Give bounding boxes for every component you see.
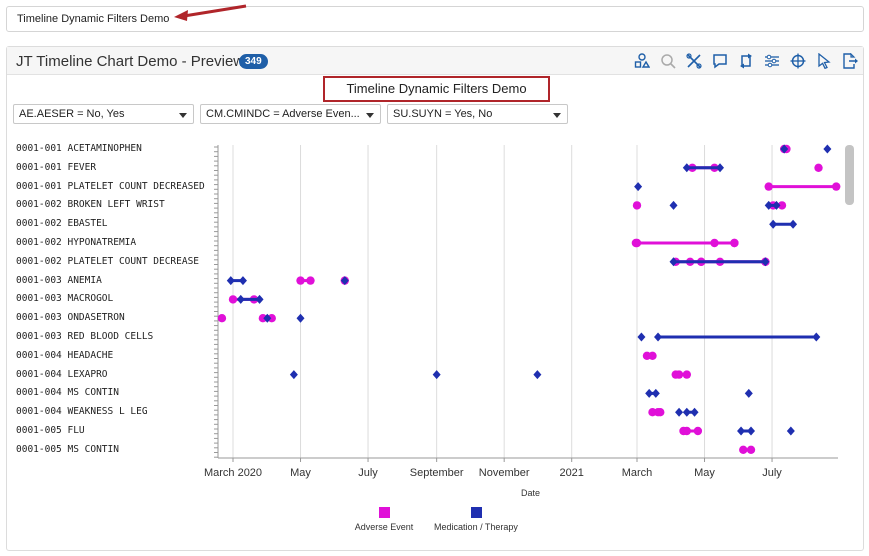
event-marker — [632, 201, 642, 210]
event-marker — [764, 182, 773, 191]
annotation-arrow-icon — [174, 4, 247, 21]
event-marker — [653, 408, 663, 417]
chart-panel: JT Timeline Chart Demo - Preview 349 Tim… — [6, 46, 864, 551]
event-marker — [217, 314, 227, 323]
event-marker — [679, 426, 688, 436]
chart-scrollbar[interactable] — [845, 145, 854, 205]
event-marker — [289, 370, 298, 380]
event-marker — [651, 388, 660, 398]
event-marker — [832, 182, 841, 191]
event-marker — [744, 388, 753, 398]
event-marker — [432, 370, 441, 380]
event-marker — [296, 276, 305, 285]
event-marker — [306, 276, 315, 285]
event-marker — [296, 313, 305, 323]
event-marker — [823, 144, 832, 154]
event-marker — [228, 295, 238, 304]
legend-swatch — [470, 507, 482, 518]
event-marker — [739, 445, 748, 454]
event-marker — [682, 407, 691, 417]
legend-label: Medication / Therapy — [434, 522, 518, 532]
event-marker — [730, 238, 739, 248]
event-marker — [533, 370, 542, 380]
legend-item-adverse-event[interactable]: Adverse Event — [352, 507, 416, 532]
event-marker — [761, 257, 770, 267]
event-marker — [654, 332, 663, 342]
dashboard-title-input[interactable]: Timeline Dynamic Filters Demo — [6, 6, 864, 32]
event-marker — [238, 276, 247, 286]
event-marker — [340, 276, 349, 286]
event-marker — [789, 219, 798, 229]
event-marker — [786, 426, 795, 436]
event-marker — [746, 445, 756, 454]
event-marker — [812, 332, 821, 342]
event-marker — [693, 426, 703, 436]
event-marker — [814, 163, 823, 172]
event-marker — [637, 332, 646, 342]
event-marker — [226, 276, 235, 286]
event-marker — [671, 370, 680, 379]
legend-label: Adverse Event — [354, 522, 414, 532]
event-marker — [769, 219, 778, 229]
timeline-plot[interactable] — [7, 47, 863, 550]
event-marker — [634, 182, 643, 192]
event-marker — [690, 407, 699, 417]
event-marker — [737, 426, 746, 436]
event-marker — [669, 200, 678, 210]
event-marker — [675, 407, 684, 417]
event-marker — [236, 294, 245, 304]
legend-item-medication[interactable]: Medication / Therapy — [427, 507, 525, 532]
event-marker — [747, 426, 756, 436]
legend-swatch — [378, 507, 390, 518]
event-marker — [648, 351, 657, 360]
event-marker — [682, 370, 692, 379]
event-marker — [632, 238, 642, 248]
event-marker — [710, 238, 719, 248]
